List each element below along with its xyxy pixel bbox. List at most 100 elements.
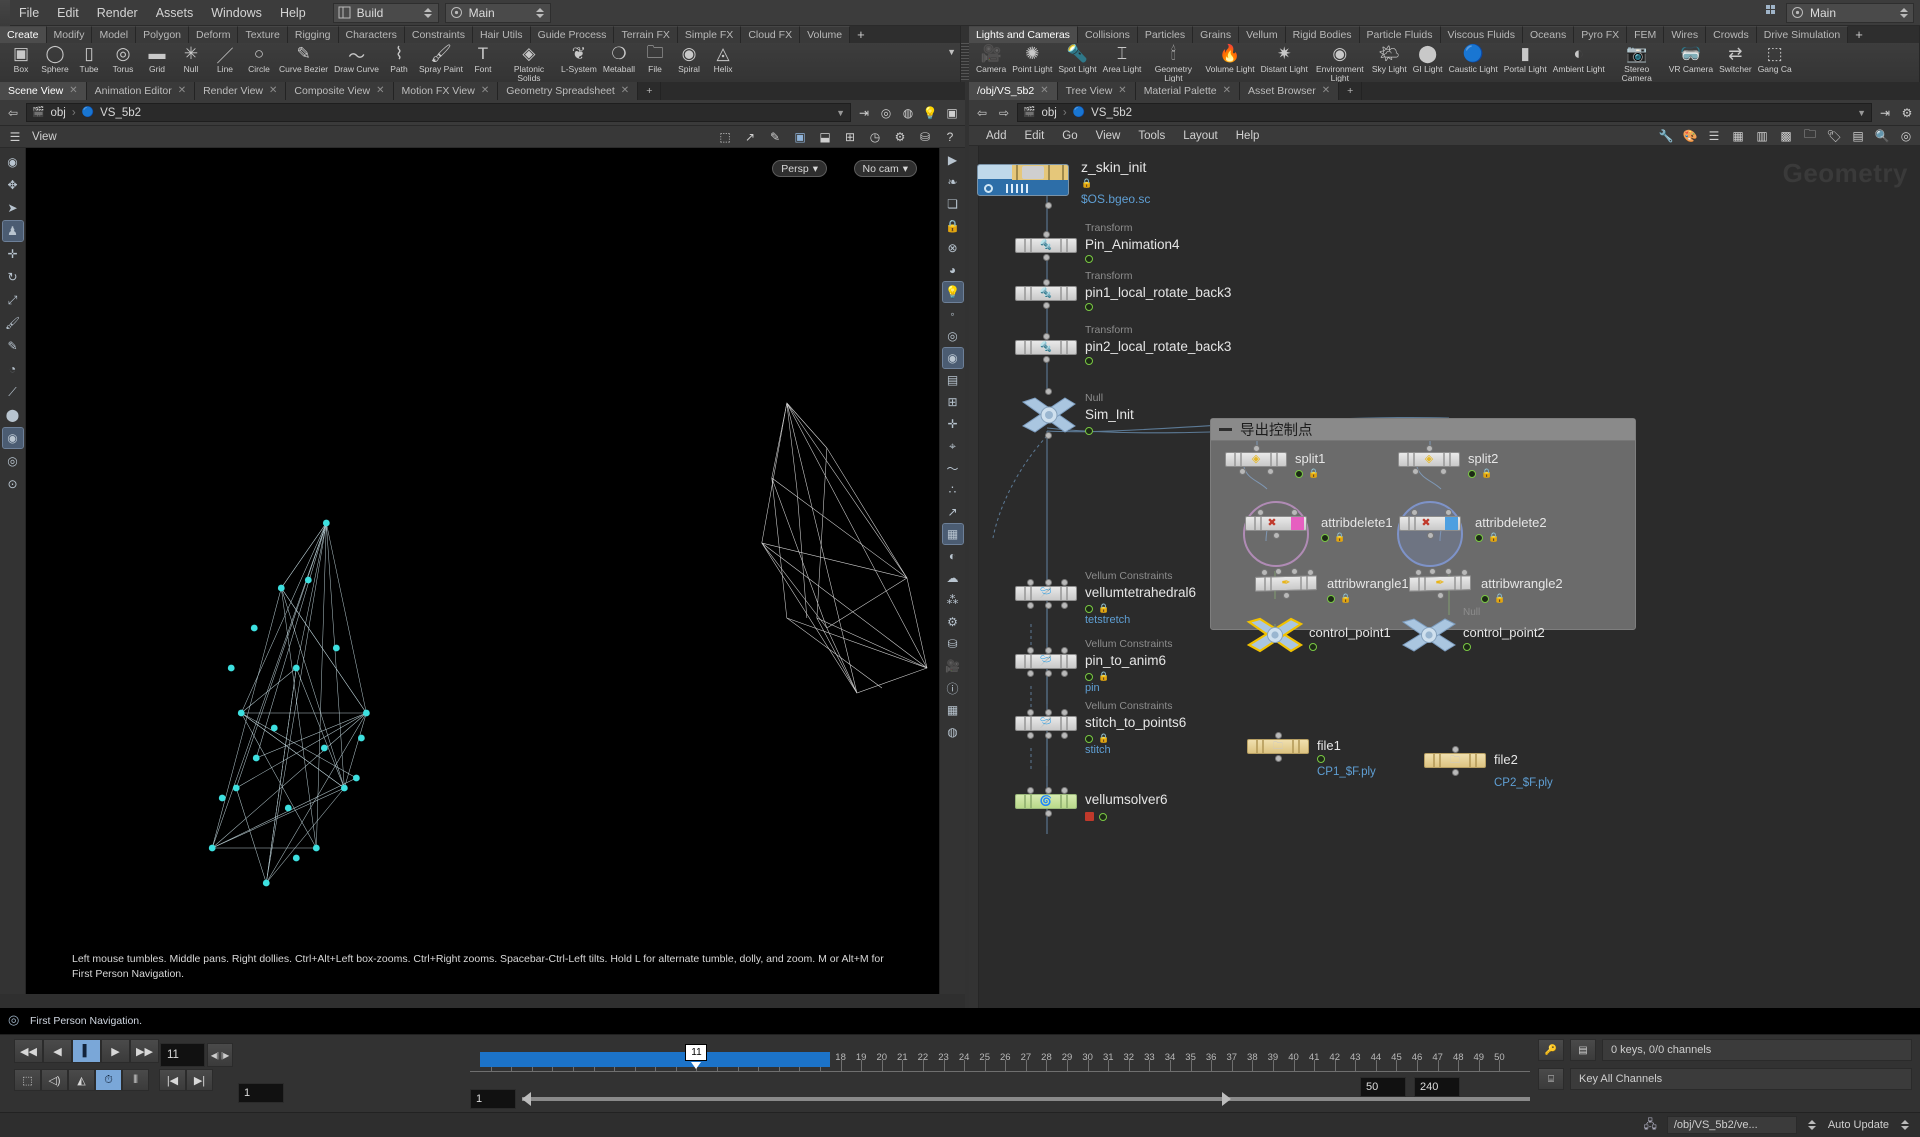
select-tool-icon[interactable]: ⬚	[716, 128, 734, 146]
rtool-env-icon[interactable]: ◉	[941, 347, 964, 369]
shelf-item-box[interactable]: ▣ Box	[4, 43, 38, 74]
shelf-tab-create[interactable]: Create	[0, 26, 47, 43]
pane-selector[interactable]: Main	[444, 2, 551, 23]
brush-tool-icon[interactable]: ✎	[766, 128, 784, 146]
node-split1-in[interactable]	[1253, 445, 1260, 452]
rtool-disable-icon[interactable]: ⊗	[943, 238, 963, 258]
net-snapshot-icon[interactable]: ▩	[1777, 127, 1795, 145]
view-tool-icon[interactable]: ◉	[3, 152, 23, 172]
shelf-tab-fem[interactable]: FEM	[1627, 26, 1665, 43]
paint-tool-icon[interactable]: 🖌	[3, 313, 23, 333]
node-stp6-in3[interactable]	[1061, 709, 1068, 716]
shelf-item-gi-light[interactable]: ⬤ GI Light	[1410, 43, 1446, 74]
shelf-item-vr-camera[interactable]: 🥽 VR Camera	[1666, 43, 1716, 74]
node-aw2-body[interactable]: ✒	[1409, 575, 1471, 592]
node-ad1-in2[interactable]	[1291, 509, 1298, 516]
node-vs6-in3[interactable]	[1061, 787, 1068, 794]
node-vt6-in3[interactable]	[1061, 579, 1068, 586]
nettab-tree-view[interactable]: Tree View ✕	[1057, 82, 1136, 100]
node-Pin_Animation4[interactable]: 🔩 Transform Pin_Animation4	[1015, 222, 1180, 263]
panel-square-icon[interactable]: ▣	[943, 104, 961, 122]
current-node-path[interactable]: /obj/VS_5b2/ve...	[1666, 1116, 1797, 1134]
breadcrumb-obj[interactable]: obj	[50, 107, 65, 119]
move-tool-icon[interactable]: ✛	[3, 244, 23, 264]
range-slider-handle-left[interactable]	[522, 1092, 531, 1106]
prev-key-button[interactable]: |◀	[159, 1069, 186, 1091]
pose-tool-icon[interactable]: ♟	[1, 220, 24, 242]
node-aw1-body[interactable]: ✒	[1255, 575, 1317, 592]
node-split1[interactable]: ◈ split1 🔒	[1225, 445, 1325, 478]
rtool-collapse-icon[interactable]: ▶	[943, 150, 963, 170]
node-stp6-out3[interactable]	[1061, 732, 1068, 739]
key-display-button[interactable]: ⦀	[122, 1069, 149, 1091]
shelf-tab-volume[interactable]: Volume	[800, 26, 851, 43]
tab-geometry-spreadsheet[interactable]: Geometry Spreadsheet ✕	[498, 82, 639, 100]
node-pta6-out1[interactable]	[1027, 670, 1034, 677]
scene-path-field[interactable]: 🎬 obj › 🔵 VS_5b2 ▼	[26, 103, 851, 122]
shelf-item-platonic-solids[interactable]: ◈ Platonic Solids	[500, 43, 558, 82]
node-pta6-body[interactable]: 🪡	[1015, 654, 1077, 669]
shelf-item-spiral[interactable]: ◉ Spiral	[672, 43, 706, 74]
node-vs6-in1[interactable]	[1027, 787, 1034, 794]
close-icon[interactable]: ✕	[1040, 82, 1048, 100]
net-menu-edit[interactable]: Edit	[1015, 126, 1053, 146]
close-icon[interactable]: ✕	[376, 82, 384, 100]
display-flag-icon-aw1[interactable]	[1327, 594, 1335, 603]
display-flag-icon-pta6[interactable]	[1085, 672, 1093, 681]
shelf-item-line[interactable]: ／ Line	[208, 43, 242, 74]
back-arrow-icon[interactable]: ⇦	[4, 104, 22, 122]
node-pin2-out[interactable]	[1043, 356, 1050, 363]
node-ad1-in1[interactable]	[1257, 509, 1264, 516]
playhead[interactable]: 11	[685, 1044, 708, 1069]
node-split1-out2[interactable]	[1267, 468, 1274, 475]
node-tree-icon[interactable]: ⛁	[916, 128, 934, 146]
shelf-item-torus[interactable]: ◎ Torus	[106, 43, 140, 74]
status-info-icon[interactable]: ◎	[8, 1012, 19, 1028]
net-tag-icon[interactable]: 🏷	[1825, 127, 1843, 145]
node-pta6-out3[interactable]	[1061, 670, 1068, 677]
shelf-tab-terrain-fx[interactable]: Terrain FX	[614, 26, 678, 43]
shelf-item-geometry-light[interactable]: 🕯 Geometry Light	[1144, 43, 1202, 82]
close-icon[interactable]: ✕	[1118, 82, 1126, 100]
node-split2-body[interactable]: ◈	[1398, 452, 1460, 467]
shelf-tab-particle-fluids[interactable]: Particle Fluids	[1359, 26, 1441, 43]
next-key-button[interactable]: ▶|	[186, 1069, 213, 1091]
node-vt6-out3[interactable]	[1061, 602, 1068, 609]
shelf-item-tube[interactable]: ▯ Tube	[72, 43, 106, 74]
shelf-splitter[interactable]	[961, 43, 969, 82]
node-ad2-out[interactable]	[1427, 532, 1434, 539]
shelf-tab-model[interactable]: Model	[92, 26, 137, 43]
display-flag-icon-ad1[interactable]	[1321, 533, 1329, 542]
net-folder-icon[interactable]: 🗀	[1801, 127, 1819, 145]
node-z_skin_init-body[interactable]	[977, 164, 1069, 196]
rtool-uv-icon[interactable]: ▦	[941, 523, 964, 545]
sculpt-tool-icon[interactable]: ⬤	[3, 405, 23, 425]
jump-to-start-button[interactable]: ◀◀	[14, 1039, 43, 1063]
display-flag-icon-Pin_Animation4[interactable]	[1085, 255, 1093, 263]
node-control_point1[interactable]: control_point1	[1245, 617, 1391, 658]
node-split1-body[interactable]: ◈	[1225, 452, 1287, 467]
network-path-field[interactable]: 🎬 obj › 🔵 VS_5b2 ▼	[1017, 103, 1872, 122]
shelf-item-spray-paint[interactable]: 🖌 Spray Paint	[416, 43, 466, 74]
shelf-left-overflow-icon[interactable]: ▼	[947, 47, 956, 57]
shelf-item-distant-light[interactable]: ✷ Distant Light	[1258, 43, 1311, 74]
tab-composite-view[interactable]: Composite View ✕	[286, 82, 394, 100]
right-pane-selector[interactable]: Main	[1786, 2, 1914, 23]
close-icon[interactable]: ✕	[269, 82, 277, 100]
node-attribdelete2[interactable]: ✖ attribdelete2 🔒	[1399, 509, 1547, 542]
grid-toggle-icon[interactable]	[1766, 4, 1780, 22]
tab-animation-editor[interactable]: Animation Editor ✕	[86, 82, 196, 100]
node-pin2-body[interactable]: 🔩	[1015, 340, 1077, 355]
node-attribdelete1[interactable]: ✖ attribdelete1 🔒	[1245, 509, 1393, 542]
display-flag-icon-file1[interactable]	[1317, 755, 1325, 763]
close-icon[interactable]: ✕	[621, 82, 629, 100]
rtool-select-geo-icon[interactable]: ❏	[943, 194, 963, 214]
node-Pin_Animation4-body[interactable]: 🔩	[1015, 238, 1077, 253]
shelf-tab-particles[interactable]: Particles	[1137, 26, 1194, 43]
lock-icon-pta6[interactable]: 🔒	[1098, 671, 1109, 682]
selection-mode-button[interactable]: ⬚	[14, 1069, 41, 1091]
node-stp6-body[interactable]: 🪡	[1015, 716, 1077, 731]
node-aw1-out[interactable]	[1283, 592, 1290, 599]
shelf-item-volume-light[interactable]: 🔥 Volume Light	[1202, 43, 1257, 74]
lock-icon-split1[interactable]: 🔒	[1308, 468, 1319, 479]
